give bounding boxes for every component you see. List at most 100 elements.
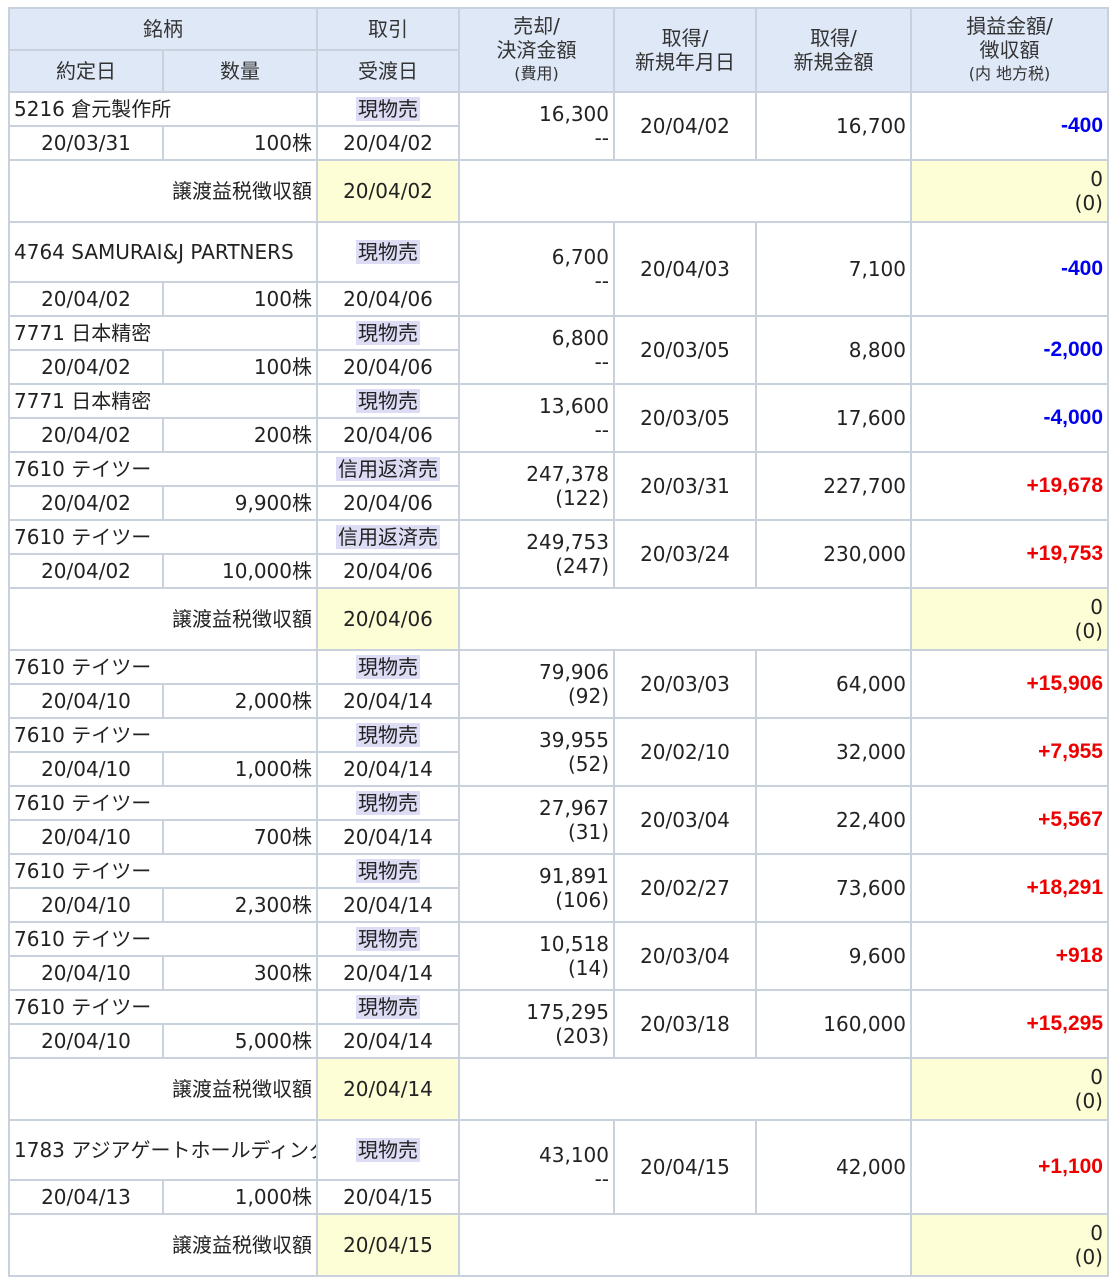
acquisition-date: 20/03/18 bbox=[613, 989, 757, 1059]
contract-date: 20/04/10 bbox=[8, 819, 164, 855]
header-row-1: 銘柄 取引 売却/ 決済金額 (費用) 取得/ 新規年月日 取得/ 新規金額 損… bbox=[8, 7, 1109, 93]
sale-amount: 16,300 bbox=[539, 102, 609, 126]
sale-amount-cell: 249,753 (247) bbox=[458, 519, 615, 589]
trade-type-cell: 現物売 bbox=[316, 91, 460, 127]
stock-name: 7610 テイツー bbox=[8, 649, 318, 685]
trade-type-cell: 現物売 bbox=[316, 717, 460, 753]
header-acq-date-line1: 取得/ bbox=[661, 26, 709, 50]
stock-name: 7610 テイツー bbox=[8, 921, 318, 957]
acquisition-amount: 17,600 bbox=[755, 383, 912, 453]
acquisition-amount: 73,600 bbox=[755, 853, 912, 923]
sale-amount: 247,378 bbox=[526, 462, 609, 486]
trade-type-cell: 現物売 bbox=[316, 921, 460, 957]
trade-row: 7610 テイツー 現物売 27,967 (31) 20/03/04 22,400 +5,5… bbox=[8, 785, 1109, 855]
tax-local-amount: (0) bbox=[1074, 191, 1103, 215]
stock-name: 7771 日本精密 bbox=[8, 315, 318, 351]
profit-loss: -400 bbox=[910, 91, 1109, 161]
trade-row: 7610 テイツー 信用返済売 249,753 (247) 20/03/24 230,00… bbox=[8, 519, 1109, 589]
settle-date: 20/04/06 bbox=[316, 349, 460, 385]
tax-date: 20/04/14 bbox=[316, 1057, 460, 1121]
trade-row: 4764 SAMURAI&J PARTNERS 現物売 6,700 -- 20/04/0… bbox=[8, 221, 1109, 317]
profit-loss: +15,295 bbox=[910, 989, 1109, 1059]
contract-date: 20/04/10 bbox=[8, 683, 164, 719]
tax-withholding-row: 譲渡益税徴収額 20/04/15 0 (0) bbox=[8, 1213, 1109, 1277]
acquisition-date: 20/03/04 bbox=[613, 785, 757, 855]
sale-amount-cell: 79,906 (92) bbox=[458, 649, 615, 719]
trade-row: 7771 日本精密 現物売 6,800 -- 20/03/05 8,800 -2,000 bbox=[8, 315, 1109, 385]
sale-fee: (106) bbox=[555, 888, 609, 912]
sale-amount: 6,800 bbox=[551, 326, 609, 350]
profit-loss: +7,955 bbox=[910, 717, 1109, 787]
settle-date: 20/04/14 bbox=[316, 683, 460, 719]
trade-row: 7610 テイツー 現物売 91,891 (106) 20/02/27 73,600 +18… bbox=[8, 853, 1109, 923]
sale-amount-cell: 175,295 (203) bbox=[458, 989, 615, 1059]
tax-label: 譲渡益税徴収額 bbox=[8, 587, 318, 651]
sale-amount: 175,295 bbox=[526, 1000, 609, 1024]
acquisition-date: 20/04/15 bbox=[613, 1119, 757, 1215]
tax-blank bbox=[458, 587, 912, 651]
acquisition-amount: 8,800 bbox=[755, 315, 912, 385]
stock-name: 4764 SAMURAI&J PARTNERS bbox=[8, 221, 318, 283]
trade-type-badge: 現物売 bbox=[356, 1138, 420, 1162]
sale-fee: (122) bbox=[555, 486, 609, 510]
trade-type-cell: 現物売 bbox=[316, 315, 460, 351]
acquisition-date: 20/04/02 bbox=[613, 91, 757, 161]
header-pl-line1: 損益金額/ bbox=[966, 14, 1053, 38]
profit-loss: +1,100 bbox=[910, 1119, 1109, 1215]
acquisition-amount: 16,700 bbox=[755, 91, 912, 161]
quantity: 700株 bbox=[162, 819, 318, 855]
tax-amount: 0 bbox=[1090, 167, 1103, 191]
tax-label: 譲渡益税徴収額 bbox=[8, 1213, 318, 1277]
trade-row: 7610 テイツー 現物売 79,906 (92) 20/03/03 64,000 +15,… bbox=[8, 649, 1109, 719]
trade-history-frame: 銘柄 取引 売却/ 決済金額 (費用) 取得/ 新規年月日 取得/ 新規金額 損… bbox=[0, 0, 1115, 1285]
trade-row: 7610 テイツー 現物売 175,295 (203) 20/03/18 160,000 +… bbox=[8, 989, 1109, 1059]
profit-loss: +918 bbox=[910, 921, 1109, 991]
sale-amount: 79,906 bbox=[539, 660, 609, 684]
header-acq-date-line2: 新規年月日 bbox=[635, 50, 735, 74]
contract-date: 20/04/02 bbox=[8, 281, 164, 317]
header-acq-date: 取得/ 新規年月日 bbox=[613, 7, 757, 93]
quantity: 5,000株 bbox=[162, 1023, 318, 1059]
sale-amount: 13,600 bbox=[539, 394, 609, 418]
sale-fee: (247) bbox=[555, 554, 609, 578]
stock-name: 7610 テイツー bbox=[8, 451, 318, 487]
trade-type-cell: 現物売 bbox=[316, 1119, 460, 1181]
profit-loss: +15,906 bbox=[910, 649, 1109, 719]
stock-name: 7771 日本精密 bbox=[8, 383, 318, 419]
sale-amount: 39,955 bbox=[539, 728, 609, 752]
contract-date: 20/04/10 bbox=[8, 887, 164, 923]
header-sale-amount: 売却/ 決済金額 (費用) bbox=[458, 7, 615, 93]
tax-blank bbox=[458, 1213, 912, 1277]
sale-amount: 6,700 bbox=[551, 245, 609, 269]
acquisition-date: 20/03/03 bbox=[613, 649, 757, 719]
acquisition-amount: 230,000 bbox=[755, 519, 912, 589]
trade-type-badge: 現物売 bbox=[356, 927, 420, 951]
tax-local-amount: (0) bbox=[1074, 1245, 1103, 1269]
settle-date: 20/04/06 bbox=[316, 485, 460, 521]
header-settle-date: 受渡日 bbox=[316, 49, 460, 93]
trade-type-cell: 現物売 bbox=[316, 853, 460, 889]
acquisition-amount: 160,000 bbox=[755, 989, 912, 1059]
header-pl-line3: (内 地方税) bbox=[968, 64, 1051, 83]
acquisition-amount: 64,000 bbox=[755, 649, 912, 719]
sale-amount: 249,753 bbox=[526, 530, 609, 554]
trade-row: 7610 テイツー 現物売 39,955 (52) 20/02/10 32,000 +7,9… bbox=[8, 717, 1109, 787]
tax-label: 譲渡益税徴収額 bbox=[8, 1057, 318, 1121]
sale-amount-cell: 6,700 -- bbox=[458, 221, 615, 317]
header-trade: 取引 bbox=[316, 7, 460, 51]
settle-date: 20/04/14 bbox=[316, 887, 460, 923]
header-sale-line2: 決済金額 bbox=[496, 38, 577, 62]
contract-date: 20/04/13 bbox=[8, 1179, 164, 1215]
trade-row: 5216 倉元製作所 現物売 16,300 -- 20/04/02 16,700 -400 bbox=[8, 91, 1109, 161]
sale-fee: -- bbox=[594, 1167, 609, 1191]
trade-type-badge: 現物売 bbox=[356, 655, 420, 679]
quantity: 100株 bbox=[162, 281, 318, 317]
trade-type-badge: 現物売 bbox=[356, 389, 420, 413]
tax-blank bbox=[458, 1057, 912, 1121]
header-acq-amount-line2: 新規金額 bbox=[793, 50, 874, 74]
trade-type-badge: 信用返済売 bbox=[336, 525, 440, 549]
sale-amount: 43,100 bbox=[539, 1143, 609, 1167]
stock-name: 7610 テイツー bbox=[8, 519, 318, 555]
sale-fee: (14) bbox=[567, 956, 609, 980]
profit-loss: -400 bbox=[910, 221, 1109, 317]
